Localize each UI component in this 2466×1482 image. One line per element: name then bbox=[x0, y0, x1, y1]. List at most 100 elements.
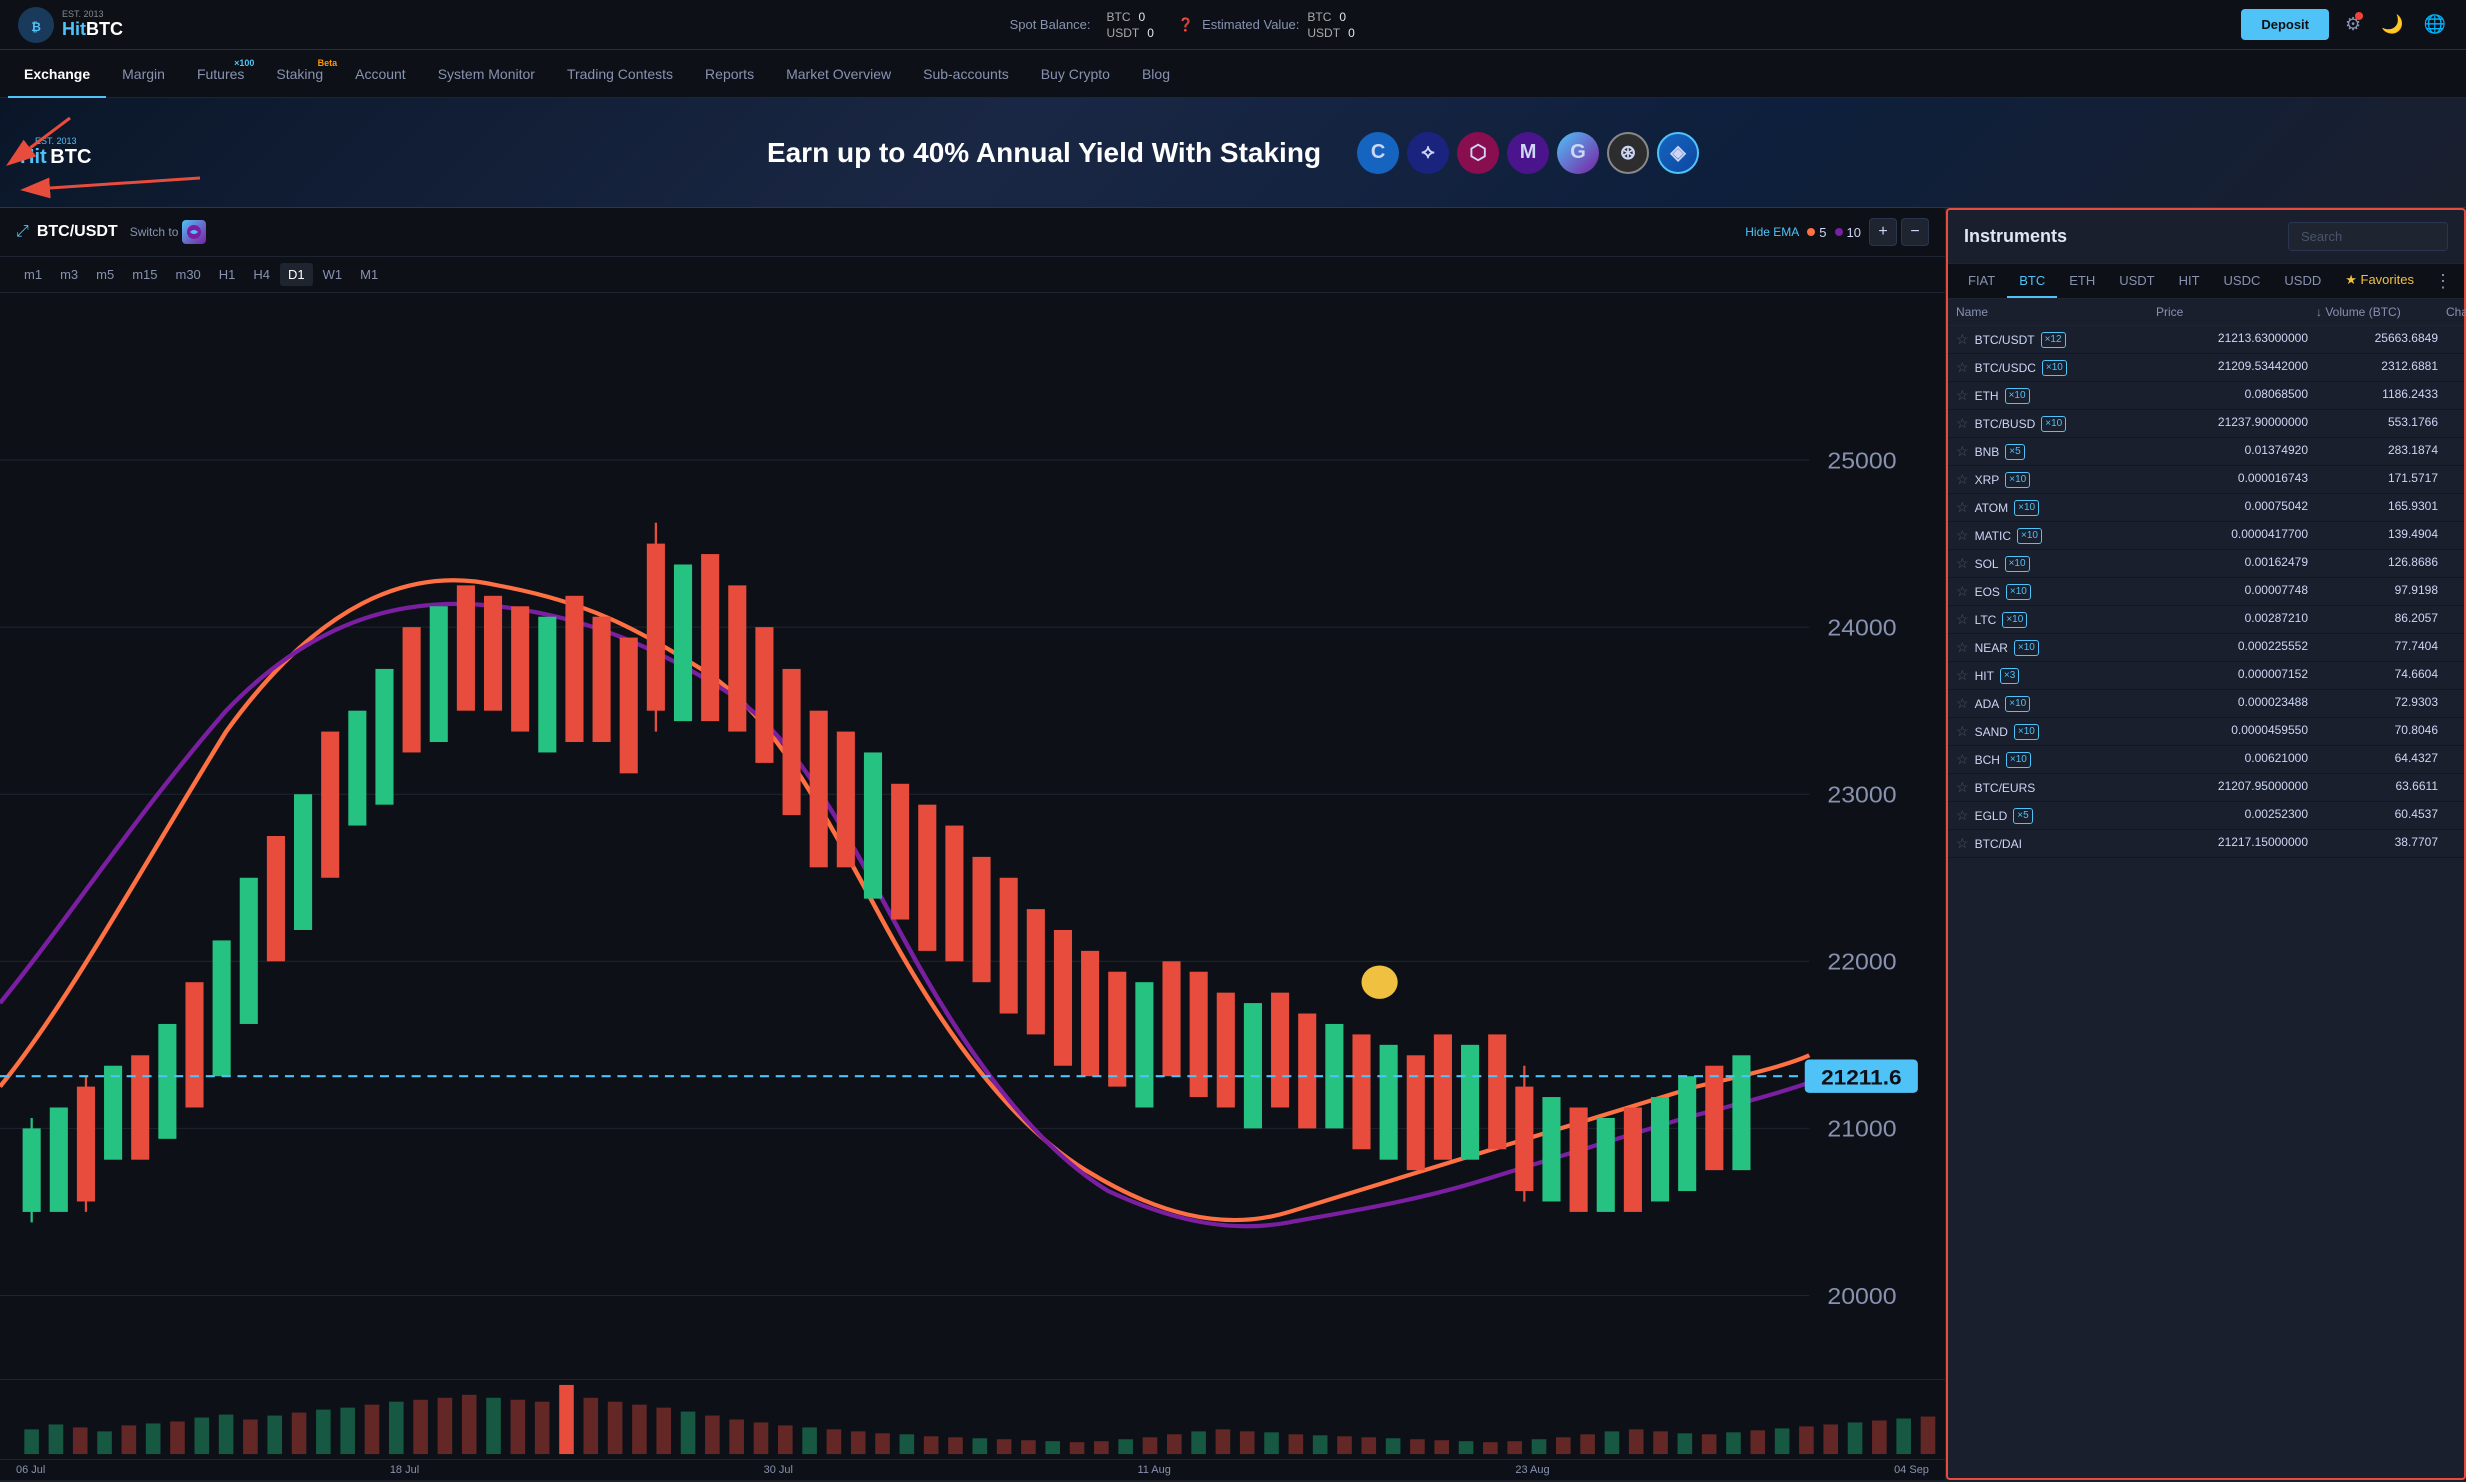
table-row[interactable]: ☆ ETH ×10 0.080685001186.2433-4.77% bbox=[1948, 382, 2464, 410]
row-star-icon[interactable]: ☆ bbox=[1956, 387, 1969, 404]
tab-btc[interactable]: BTC bbox=[2007, 265, 2057, 298]
row-star-icon[interactable]: ☆ bbox=[1956, 415, 1969, 432]
tab-more-button[interactable]: ⋮ bbox=[2430, 271, 2456, 292]
interval-h1[interactable]: H1 bbox=[211, 263, 244, 286]
row-star-icon[interactable]: ☆ bbox=[1956, 555, 1969, 572]
table-row[interactable]: ☆ NEAR ×10 0.00022555277.7404-6.04% bbox=[1948, 634, 2464, 662]
zoom-out-button[interactable]: − bbox=[1901, 218, 1929, 246]
row-star-icon[interactable]: ☆ bbox=[1956, 807, 1969, 824]
row-volume-cell: 283.1874 bbox=[2316, 443, 2446, 460]
tab-favorites[interactable]: ★ Favorites bbox=[2333, 264, 2426, 298]
table-row[interactable]: ☆ ATOM ×10 0.00075042165.93014.48% bbox=[1948, 494, 2464, 522]
nav-item-blog[interactable]: Blog bbox=[1126, 50, 1186, 98]
tab-hit[interactable]: HIT bbox=[2167, 265, 2212, 298]
tab-eth[interactable]: ETH bbox=[2057, 265, 2107, 298]
row-star-icon[interactable]: ☆ bbox=[1956, 667, 1969, 684]
table-row[interactable]: ☆ BTC/BUSD ×10 21237.90000000553.176610.… bbox=[1948, 410, 2464, 438]
tab-fiat[interactable]: FIAT bbox=[1956, 265, 2007, 298]
coin-icon-web: ⊛ bbox=[1607, 132, 1649, 174]
est-usdt-currency: USDT bbox=[1307, 26, 1340, 40]
table-row[interactable]: ☆ EGLD ×5 0.0025230060.4537-8.74% bbox=[1948, 802, 2464, 830]
settings-button[interactable]: ⚙ bbox=[2341, 10, 2365, 39]
interval-m15[interactable]: m15 bbox=[124, 263, 165, 286]
row-name-cell: ☆ EGLD ×5 bbox=[1956, 807, 2156, 824]
interval-h4[interactable]: H4 bbox=[245, 263, 278, 286]
language-button[interactable]: 🌐 bbox=[2420, 10, 2450, 39]
table-row[interactable]: ☆ BTC/USDC ×10 21209.534420002312.68819.… bbox=[1948, 354, 2464, 382]
nav-item-market-overview[interactable]: Market Overview bbox=[770, 50, 907, 98]
interval-m30[interactable]: m30 bbox=[167, 263, 208, 286]
nav-item-margin[interactable]: Margin bbox=[106, 50, 181, 98]
theme-toggle-button[interactable]: 🌙 bbox=[2377, 10, 2407, 39]
tab-usdd[interactable]: USDD bbox=[2272, 265, 2333, 298]
row-instrument-name: NEAR bbox=[1975, 641, 2008, 655]
nav-item-staking[interactable]: Staking Beta bbox=[260, 50, 339, 98]
table-row[interactable]: ☆ BTC/USDT ×12 21213.6300000025663.68499… bbox=[1948, 326, 2464, 354]
banner[interactable]: EST. 2013 Hit BTC Earn up to 40% Annual … bbox=[0, 98, 2466, 208]
table-row[interactable]: ☆ BTC/DAI 21217.1500000038.77079.33% bbox=[1948, 830, 2464, 858]
row-star-icon[interactable]: ☆ bbox=[1956, 527, 1969, 544]
interval-d1[interactable]: D1 bbox=[280, 263, 313, 286]
row-volume-cell: 38.7707 bbox=[2316, 835, 2446, 852]
row-star-icon[interactable]: ☆ bbox=[1956, 583, 1969, 600]
row-instrument-name: EGLD bbox=[1975, 809, 2008, 823]
table-row[interactable]: ☆ ADA ×10 0.00002348872.9303-5.89% bbox=[1948, 690, 2464, 718]
row-star-icon[interactable]: ☆ bbox=[1956, 499, 1969, 516]
table-row[interactable]: ☆ BCH ×10 0.0062100064.4327-4.99% bbox=[1948, 746, 2464, 774]
logo-hit: Hit bbox=[62, 19, 86, 40]
tab-usdt[interactable]: USDT bbox=[2107, 265, 2166, 298]
table-row[interactable]: ☆ XRP ×10 0.000016743171.5717-5.05% bbox=[1948, 466, 2464, 494]
deposit-button[interactable]: Deposit bbox=[2241, 9, 2329, 40]
coin-icon-c: C bbox=[1357, 132, 1399, 174]
interval-m1-month[interactable]: M1 bbox=[352, 263, 386, 286]
row-star-icon[interactable]: ☆ bbox=[1956, 471, 1969, 488]
interval-m5[interactable]: m5 bbox=[88, 263, 122, 286]
tab-usdc[interactable]: USDC bbox=[2212, 265, 2273, 298]
row-star-icon[interactable]: ☆ bbox=[1956, 611, 1969, 628]
interval-m1[interactable]: m1 bbox=[16, 263, 50, 286]
nav-item-sub-accounts[interactable]: Sub-accounts bbox=[907, 50, 1025, 98]
row-star-icon[interactable]: ☆ bbox=[1956, 751, 1969, 768]
nav-item-trading-contests[interactable]: Trading Contests bbox=[551, 50, 689, 98]
hide-ema-button[interactable]: Hide EMA bbox=[1745, 225, 1799, 239]
table-row[interactable]: ☆ MATIC ×10 0.0000417700139.4904-4.67% bbox=[1948, 522, 2464, 550]
col-volume[interactable]: ↓ Volume (BTC) bbox=[2316, 305, 2446, 319]
row-instrument-name: SAND bbox=[1975, 725, 2008, 739]
row-star-icon[interactable]: ☆ bbox=[1956, 835, 1969, 852]
table-row[interactable]: ☆ BTC/EURS 21207.9500000063.66119.32% bbox=[1948, 774, 2464, 802]
row-change-cell: -5.39% bbox=[2446, 443, 2464, 460]
interval-m3[interactable]: m3 bbox=[52, 263, 86, 286]
row-price-cell: 0.000007152 bbox=[2156, 667, 2316, 684]
notification-dot bbox=[2355, 12, 2363, 20]
nav-item-system-monitor[interactable]: System Monitor bbox=[422, 50, 551, 98]
table-row[interactable]: ☆ SOL ×10 0.00162479126.8686-8.06% bbox=[1948, 550, 2464, 578]
nav-item-reports[interactable]: Reports bbox=[689, 50, 770, 98]
usdt-balance-row: USDT 0 bbox=[1107, 26, 1154, 40]
row-star-icon[interactable]: ☆ bbox=[1956, 695, 1969, 712]
row-star-icon[interactable]: ☆ bbox=[1956, 723, 1969, 740]
switch-to[interactable]: Switch to bbox=[130, 220, 207, 244]
nav-item-futures[interactable]: Futures ×100 bbox=[181, 50, 260, 98]
table-row[interactable]: ☆ HIT ×3 0.00000715274.6604-5.11% bbox=[1948, 662, 2464, 690]
logo: ₿ EST. 2013 Hit BTC bbox=[16, 5, 123, 45]
instruments-search-input[interactable] bbox=[2288, 222, 2448, 251]
row-star-icon[interactable]: ☆ bbox=[1956, 359, 1969, 376]
interval-w1[interactable]: W1 bbox=[315, 263, 351, 286]
row-name-cell: ☆ ADA ×10 bbox=[1956, 695, 2156, 712]
row-instrument-name: BTC/BUSD bbox=[1975, 417, 2036, 431]
table-row[interactable]: ☆ LTC ×10 0.0028721086.2057-4.17% bbox=[1948, 606, 2464, 634]
row-price-cell: 0.00621000 bbox=[2156, 751, 2316, 768]
row-volume-cell: 64.4327 bbox=[2316, 751, 2446, 768]
nav-item-account[interactable]: Account bbox=[339, 50, 422, 98]
row-star-icon[interactable]: ☆ bbox=[1956, 331, 1969, 348]
table-row[interactable]: ☆ BNB ×5 0.01374920283.1874-5.39% bbox=[1948, 438, 2464, 466]
row-star-icon[interactable]: ☆ bbox=[1956, 779, 1969, 796]
nav-item-buy-crypto[interactable]: Buy Crypto bbox=[1025, 50, 1126, 98]
row-star-icon[interactable]: ☆ bbox=[1956, 639, 1969, 656]
table-row[interactable]: ☆ EOS ×10 0.0000774897.9198-5.33% bbox=[1948, 578, 2464, 606]
nav-item-exchange[interactable]: Exchange bbox=[8, 50, 106, 98]
table-row[interactable]: ☆ SAND ×10 0.000045955070.8046-3.77% bbox=[1948, 718, 2464, 746]
ema-5-indicator: 5 bbox=[1807, 225, 1826, 240]
row-star-icon[interactable]: ☆ bbox=[1956, 443, 1969, 460]
zoom-in-button[interactable]: + bbox=[1869, 218, 1897, 246]
